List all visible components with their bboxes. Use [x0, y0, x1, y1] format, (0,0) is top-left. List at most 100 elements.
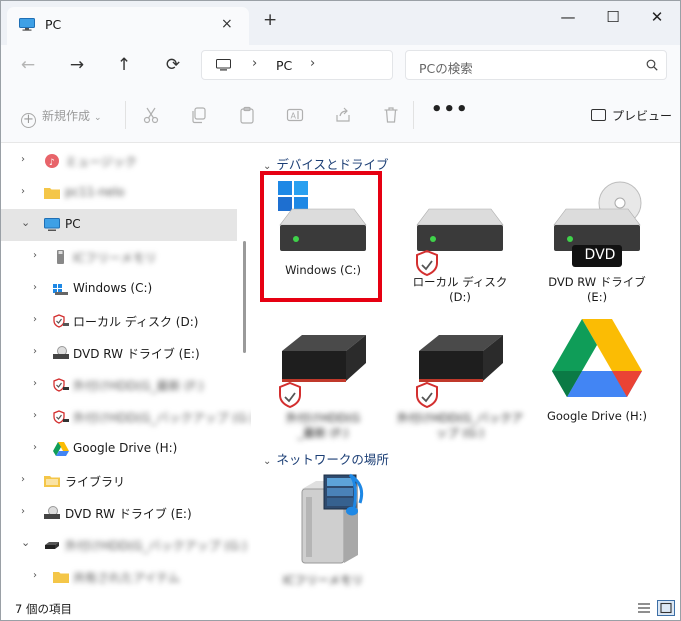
- chevron-right-icon[interactable]: ›: [21, 506, 25, 517]
- drive-tile-dvd-e[interactable]: DVD DVD RW ドライブ (E:): [534, 175, 660, 305]
- group-header-network[interactable]: ⌄ ネットワークの場所: [263, 449, 389, 468]
- svg-text:A: A: [291, 112, 297, 121]
- chevron-down-icon: ⌄: [94, 113, 102, 123]
- delete-icon[interactable]: [382, 106, 400, 124]
- copy-icon[interactable]: [190, 106, 208, 124]
- sidebar-item-label: ローカル ディスク (D:): [73, 315, 199, 329]
- tab-pc[interactable]: PC ×: [7, 7, 249, 45]
- tab-close-icon[interactable]: ×: [221, 16, 233, 32]
- up-button[interactable]: ↑: [109, 52, 139, 80]
- sidebar-item-usb[interactable]: › ICフリーメモリ: [1, 241, 237, 273]
- chevron-down-icon[interactable]: ⌄: [21, 536, 30, 549]
- chevron-right-icon[interactable]: ›: [33, 250, 37, 261]
- item-count: 7 個の項目: [15, 602, 72, 616]
- breadcrumb-separator[interactable]: ›: [252, 56, 257, 71]
- back-button[interactable]: ←: [13, 52, 43, 80]
- external-disk-icon: [53, 378, 69, 392]
- google-drive-icon: [552, 319, 642, 397]
- chevron-right-icon[interactable]: ›: [21, 154, 25, 165]
- sidebar-item-pc[interactable]: ⌄ PC: [1, 209, 237, 241]
- external-disk-icon: [279, 335, 366, 409]
- local-disk-icon: [53, 314, 69, 328]
- sidebar-item-dvd-e-root[interactable]: › DVD RW ドライブ (E:): [1, 497, 237, 529]
- tiles-view-icon[interactable]: [657, 600, 675, 616]
- new-button[interactable]: + 新規作成 ⌄: [21, 107, 102, 128]
- pc-icon: [216, 59, 231, 71]
- sidebar-item-label: Windows (C:): [73, 281, 153, 295]
- windows-drive-icon: [53, 284, 68, 295]
- new-tab-button[interactable]: +: [263, 12, 277, 29]
- folder-icon: [44, 188, 60, 199]
- cut-icon[interactable]: [142, 106, 160, 124]
- sidebar-item-google-drive[interactable]: › Google Drive (H:): [1, 433, 237, 465]
- svg-text:♪: ♪: [49, 158, 55, 168]
- dvd-badge: DVD: [584, 247, 616, 263]
- navigation-pane: › ♪ ミュージック › pc11-nelo ⌄ PC › ICフリーメモリ ›…: [1, 143, 255, 595]
- sidebar-item-external-g[interactable]: › 外付けHDD(G_バックアップ (G:): [1, 401, 255, 433]
- minimize-button[interactable]: —: [546, 5, 590, 29]
- preview-pane-button[interactable]: プレビュー: [591, 107, 672, 124]
- title-bar: PC × + — ☐ ✕: [1, 1, 680, 45]
- breadcrumb-pc[interactable]: PC: [276, 58, 292, 73]
- chevron-down-icon: ⌄: [263, 456, 272, 467]
- chevron-right-icon[interactable]: ›: [33, 410, 37, 421]
- chevron-right-icon[interactable]: ›: [21, 186, 25, 197]
- address-bar[interactable]: › PC ›: [201, 50, 393, 80]
- tab-title: PC: [45, 17, 62, 32]
- chevron-right-icon[interactable]: ›: [33, 314, 37, 325]
- external-disk-icon: [45, 542, 59, 549]
- drive-label: 外付けHDD(G_バックア ップ (G:): [397, 411, 524, 440]
- more-options-button[interactable]: •••: [431, 99, 469, 120]
- selection-highlight: [260, 171, 382, 302]
- sidebar-item-dvd-e[interactable]: › DVD RW ドライブ (E:): [1, 337, 237, 369]
- preview-pane-icon: [591, 109, 606, 121]
- share-icon[interactable]: [334, 106, 352, 124]
- divider: [413, 101, 414, 129]
- sidebar-item-external-f[interactable]: › 外付けHDD(G_最新 (F:): [1, 369, 237, 401]
- sidebar-item-label: 共有されたアイテム: [73, 571, 180, 585]
- chevron-right-icon[interactable]: ›: [33, 282, 37, 293]
- drive-tile-local-disk-d[interactable]: ローカル ディスク (D:): [397, 175, 523, 305]
- preview-label: プレビュー: [612, 109, 673, 123]
- network-location-tile[interactable]: ICフリーメモリ: [260, 469, 386, 599]
- sidebar-item-windows-c[interactable]: › Windows (C:): [1, 273, 237, 305]
- sidebar-item-folder[interactable]: › pc11-nelo: [1, 177, 237, 209]
- sidebar-item-label: 外付けHDD(G_バックアップ (G:): [73, 411, 256, 425]
- pc-icon: [44, 218, 60, 231]
- library-folder-icon: [44, 476, 60, 487]
- chevron-down-icon[interactable]: ⌄: [21, 216, 30, 229]
- sidebar-item-label: ミュージック: [65, 155, 137, 169]
- file-explorer-window: PC × + — ☐ ✕ ← → ↑ ⟳ › PC › PCの検索 + 新規作成…: [0, 0, 681, 621]
- refresh-button[interactable]: ⟳: [158, 52, 188, 80]
- maximize-button[interactable]: ☐: [591, 5, 635, 29]
- drive-tile-external-g[interactable]: 外付けHDD(G_バックア ップ (G:): [397, 313, 523, 443]
- search-input[interactable]: PCの検索: [405, 50, 667, 80]
- sidebar-item-external-g-root[interactable]: ⌄ 外付けHDD(G_バックアップ (G:): [1, 529, 247, 561]
- drive-label: 外付けHDD(G _最新 (F:): [285, 411, 361, 440]
- sidebar-item-label: DVD RW ドライブ (E:): [65, 507, 192, 521]
- chevron-right-icon[interactable]: ›: [33, 378, 37, 389]
- close-window-button[interactable]: ✕: [635, 5, 679, 29]
- search-placeholder: PCの検索: [419, 61, 473, 76]
- paste-icon[interactable]: [238, 106, 256, 124]
- chevron-right-icon[interactable]: ›: [33, 570, 37, 581]
- chevron-right-icon[interactable]: ›: [33, 346, 37, 357]
- sidebar-item-label: DVD RW ドライブ (E:): [73, 347, 200, 361]
- sidebar-item-label: ライブラリ: [65, 475, 126, 489]
- drive-label: DVD RW ドライブ (E:): [548, 275, 646, 304]
- breadcrumb-separator[interactable]: ›: [310, 56, 315, 71]
- sidebar-item-shared-folder[interactable]: › 共有されたアイテム: [1, 561, 237, 593]
- forward-button[interactable]: →: [62, 52, 92, 80]
- rename-icon[interactable]: A: [286, 106, 304, 124]
- search-icon: [646, 59, 658, 71]
- drive-tile-external-f[interactable]: 外付けHDD(G _最新 (F:): [260, 313, 386, 443]
- details-view-icon[interactable]: [635, 600, 653, 616]
- sidebar-item-music[interactable]: › ♪ ミュージック: [1, 145, 237, 177]
- group-header-label: ネットワークの場所: [276, 452, 389, 467]
- sidebar-scrollbar[interactable]: [243, 241, 246, 353]
- sidebar-item-library[interactable]: › ライブラリ: [1, 465, 237, 497]
- sidebar-item-local-disk-d[interactable]: › ローカル ディスク (D:): [1, 305, 237, 337]
- chevron-right-icon[interactable]: ›: [33, 442, 37, 453]
- drive-tile-google-drive[interactable]: Google Drive (H:): [534, 313, 660, 443]
- chevron-right-icon[interactable]: ›: [21, 474, 25, 485]
